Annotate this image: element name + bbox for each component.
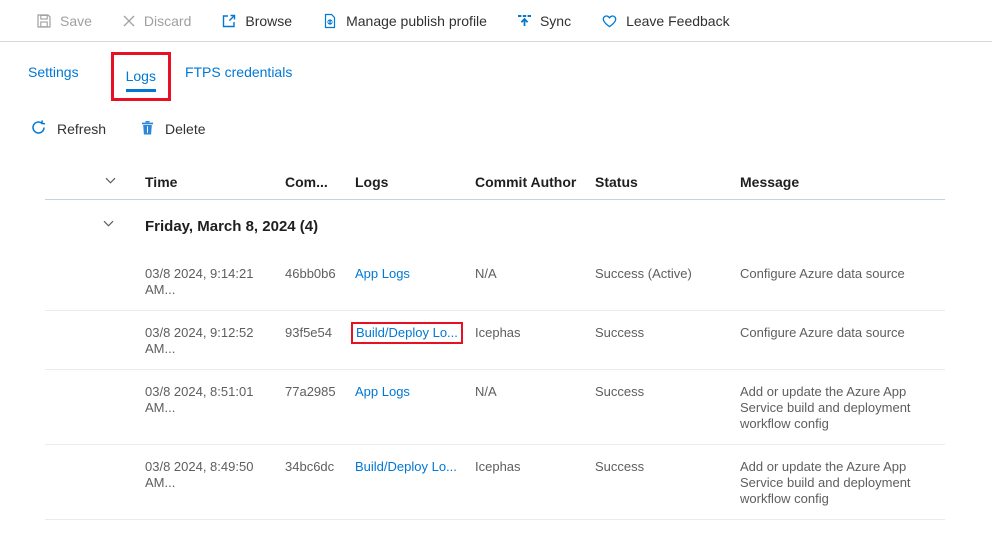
cell-status: Success bbox=[595, 325, 740, 341]
save-icon bbox=[36, 13, 52, 29]
build-deploy-logs-link[interactable]: Build/Deploy Lo... bbox=[355, 459, 457, 474]
cell-commit: 34bc6dc bbox=[285, 459, 355, 475]
cell-message: Add or update the Azure App Service buil… bbox=[740, 384, 945, 432]
toolbar: Save Discard Browse bbox=[0, 0, 992, 42]
table-row[interactable]: 03/8 2024, 8:51:01 AM... 77a2985 App Log… bbox=[45, 370, 945, 445]
delete-button[interactable]: Delete bbox=[140, 120, 205, 139]
cell-commit-author: Icephas bbox=[475, 459, 595, 475]
discard-button[interactable]: Discard bbox=[122, 13, 191, 29]
tab-logs[interactable]: Logs bbox=[126, 60, 156, 96]
cell-commit-author: N/A bbox=[475, 384, 595, 400]
cell-commit-author: N/A bbox=[475, 266, 595, 282]
column-header-logs[interactable]: Logs bbox=[355, 174, 475, 190]
annotation-box-logs-tab: Logs bbox=[111, 52, 171, 101]
cell-commit: 93f5e54 bbox=[285, 325, 355, 341]
browse-icon bbox=[221, 13, 237, 29]
cell-status: Success (Active) bbox=[595, 266, 740, 282]
tab-logs-label: Logs bbox=[126, 68, 156, 84]
table-row[interactable]: 03/8 2024, 9:12:52 AM... 93f5e54 Build/D… bbox=[45, 311, 945, 370]
date-group-row[interactable]: Friday, March 8, 2024 (4) bbox=[45, 200, 945, 252]
browse-label: Browse bbox=[245, 13, 292, 29]
group-chevron-icon[interactable] bbox=[45, 216, 145, 236]
delete-label: Delete bbox=[165, 121, 205, 137]
refresh-label: Refresh bbox=[57, 121, 106, 137]
heart-icon bbox=[601, 13, 618, 29]
cell-time: 03/8 2024, 8:49:50 AM... bbox=[145, 459, 285, 491]
column-header-commit-author[interactable]: Commit Author bbox=[475, 174, 595, 190]
manage-publish-profile-label: Manage publish profile bbox=[346, 13, 487, 29]
sync-icon bbox=[517, 13, 532, 28]
logs-command-bar: Refresh Delete bbox=[0, 100, 992, 146]
cell-status: Success bbox=[595, 384, 740, 400]
cell-commit-author: Icephas bbox=[475, 325, 595, 341]
column-header-message[interactable]: Message bbox=[740, 174, 945, 190]
cell-message: Configure Azure data source bbox=[740, 325, 945, 341]
tab-ftps-credentials[interactable]: FTPS credentials bbox=[185, 56, 292, 88]
app-logs-link[interactable]: App Logs bbox=[355, 266, 410, 281]
cell-time: 03/8 2024, 9:12:52 AM... bbox=[145, 325, 285, 357]
leave-feedback-button[interactable]: Leave Feedback bbox=[601, 13, 730, 29]
cell-message: Add or update the Azure App Service buil… bbox=[740, 459, 945, 507]
cell-time: 03/8 2024, 9:14:21 AM... bbox=[145, 266, 285, 298]
save-label: Save bbox=[60, 13, 92, 29]
table-row[interactable]: 03/8 2024, 9:14:21 AM... 46bb0b6 App Log… bbox=[45, 252, 945, 311]
table-row[interactable]: 03/8 2024, 8:49:50 AM... 34bc6dc Build/D… bbox=[45, 445, 945, 520]
active-tab-underline bbox=[126, 89, 156, 92]
discard-icon bbox=[122, 14, 136, 28]
refresh-icon bbox=[30, 119, 47, 139]
date-group-label: Friday, March 8, 2024 (4) bbox=[145, 218, 945, 235]
deployment-logs-table: Time Com... Logs Commit Author Status Me… bbox=[45, 164, 945, 520]
discard-label: Discard bbox=[144, 13, 191, 29]
browse-button[interactable]: Browse bbox=[221, 13, 292, 29]
sync-label: Sync bbox=[540, 13, 571, 29]
column-header-commit[interactable]: Com... bbox=[285, 174, 355, 190]
save-button[interactable]: Save bbox=[36, 13, 92, 29]
publish-profile-file-icon bbox=[322, 13, 338, 29]
annotation-box-build-deploy-link: Build/Deploy Lo... bbox=[351, 322, 463, 344]
column-header-time[interactable]: Time bbox=[145, 174, 285, 190]
tab-bar: Settings Logs FTPS credentials bbox=[0, 42, 992, 100]
cell-time: 03/8 2024, 8:51:01 AM... bbox=[145, 384, 285, 416]
column-header-status[interactable]: Status bbox=[595, 174, 740, 190]
deployment-center-logs-page: Save Discard Browse bbox=[0, 0, 992, 548]
sync-button[interactable]: Sync bbox=[517, 13, 571, 29]
cell-commit: 77a2985 bbox=[285, 384, 355, 400]
trash-icon bbox=[140, 120, 155, 139]
cell-commit: 46bb0b6 bbox=[285, 266, 355, 282]
manage-publish-profile-button[interactable]: Manage publish profile bbox=[322, 13, 487, 29]
cell-message: Configure Azure data source bbox=[740, 266, 945, 282]
cell-status: Success bbox=[595, 459, 740, 475]
app-logs-link[interactable]: App Logs bbox=[355, 384, 410, 399]
table-header-row: Time Com... Logs Commit Author Status Me… bbox=[45, 164, 945, 200]
collapse-all-chevron-icon[interactable] bbox=[45, 173, 118, 191]
leave-feedback-label: Leave Feedback bbox=[626, 13, 730, 29]
tab-settings[interactable]: Settings bbox=[28, 56, 79, 88]
refresh-button[interactable]: Refresh bbox=[30, 119, 106, 139]
build-deploy-logs-link[interactable]: Build/Deploy Lo... bbox=[356, 325, 458, 340]
